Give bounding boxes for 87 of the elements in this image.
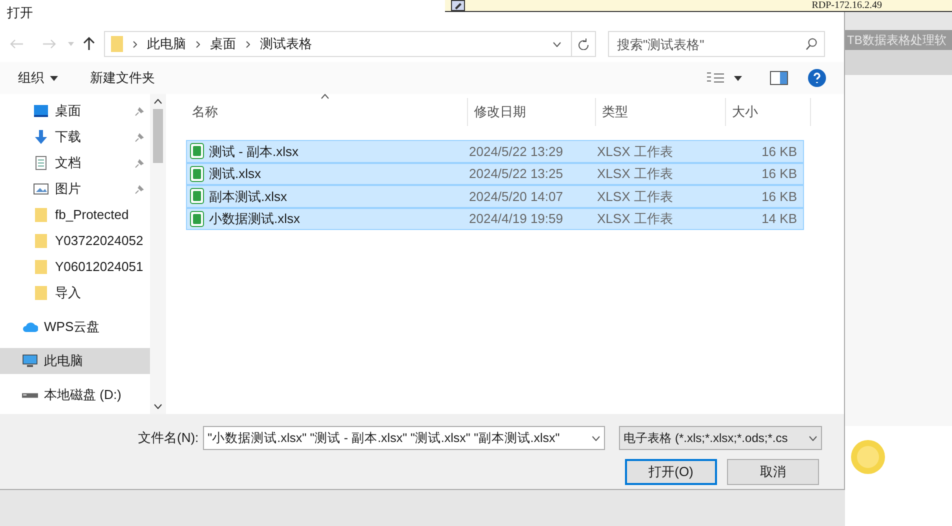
scroll-down-icon[interactable] <box>154 404 162 409</box>
sidebar-item[interactable]: WPS云盘 <box>0 314 150 340</box>
folder-icon <box>33 286 49 300</box>
dropdown-caret-icon <box>592 436 600 440</box>
table-cell-text: 16 KB <box>760 165 797 183</box>
address-bar[interactable]: 此电脑 桌面 测试表格 <box>104 31 596 57</box>
file-type-dropdown[interactable]: 电子表格 (*.xls;*.xlsx;*.ods;*.cs <box>618 426 822 450</box>
file-name-field[interactable]: "小数据测试.xlsx" "测试 - 副本.xlsx" "测试.xlsx" "副本测试.xlsx" <box>202 426 605 450</box>
table-cell-text: XLSX 工作表 <box>597 142 674 160</box>
table-cell-text: 2024/4/19 19:59 <box>469 210 564 228</box>
search-icon <box>806 38 817 50</box>
picture-icon <box>33 182 49 196</box>
folder-icon <box>33 208 49 222</box>
table-cell-text: 2024/5/20 14:07 <box>469 188 564 206</box>
file-name-label: 文件名(N): <box>138 429 199 448</box>
folder-icon <box>33 260 49 274</box>
folder-icon <box>33 234 49 248</box>
sidebar-item[interactable]: 本地磁盘 (D:) <box>0 382 150 408</box>
up-arrow-icon[interactable] <box>82 37 96 51</box>
file-name: 测试.xlsx <box>209 165 261 183</box>
scrollbar[interactable] <box>150 94 166 414</box>
caret-icon[interactable] <box>734 76 742 80</box>
organize-menu[interactable]: 组织 <box>18 68 58 88</box>
drive-icon <box>22 392 38 398</box>
pen-icon[interactable] <box>451 0 465 11</box>
sidebar-item[interactable]: 桌面 <box>0 98 150 124</box>
scroll-up-icon[interactable] <box>154 99 162 104</box>
search-field[interactable]: 搜索"测试表格" <box>608 31 825 57</box>
column-header[interactable]: 修改日期 <box>468 98 596 126</box>
sidebar-item[interactable]: Y06012024051 <box>0 254 150 280</box>
dropdown-caret-icon <box>808 436 817 440</box>
cloud-icon <box>22 320 38 334</box>
table-cell-text: XLSX 工作表 <box>597 165 674 183</box>
cancel-button[interactable]: 取消 <box>727 459 819 485</box>
sidebar-item[interactable]: 图片 <box>0 176 150 202</box>
file-row[interactable]: 副本测试.xlsx 2024/5/20 14:07 XLSX 工作表 16 KB <box>186 185 804 208</box>
file-name: 测试 - 副本.xlsx <box>209 142 299 160</box>
column-header[interactable]: 类型 <box>596 98 726 126</box>
sidebar-item[interactable]: 下载 <box>0 124 150 150</box>
spreadsheet-icon <box>190 143 204 160</box>
chevron-icon <box>246 40 250 48</box>
file-name: 副本测试.xlsx <box>209 188 287 206</box>
down-arrow-icon <box>33 130 49 144</box>
table-cell-text: XLSX 工作表 <box>597 210 674 228</box>
spreadsheet-icon <box>190 210 204 227</box>
caret-icon <box>50 76 58 80</box>
sidebar-item[interactable]: Y03722024052 <box>0 228 150 254</box>
remote-host-label: RDP-172.16.2.49 <box>812 0 882 13</box>
dropdown-caret-icon[interactable] <box>553 42 561 46</box>
table-cell-text: XLSX 工作表 <box>597 188 674 206</box>
new-folder-button[interactable]: 新建文件夹 <box>90 68 155 88</box>
table-cell-text: 16 KB <box>760 188 797 206</box>
table-cell-text: 14 KB <box>760 210 797 228</box>
sidebar-item[interactable]: 文档 <box>0 150 150 176</box>
file-row[interactable]: 测试.xlsx 2024/5/22 13:25 XLSX 工作表 16 KB <box>186 162 804 185</box>
table-cell-text: 16 KB <box>760 142 797 160</box>
chevron-icon <box>196 40 200 48</box>
view-list-icon[interactable] <box>706 71 726 85</box>
computer-icon <box>22 354 38 368</box>
column-header[interactable]: 名称 <box>186 98 468 126</box>
file-row[interactable]: 小数据测试.xlsx 2024/4/19 19:59 XLSX 工作表 14 KB <box>186 208 804 230</box>
coin-drawing <box>851 438 885 476</box>
file-row[interactable]: 测试 - 副本.xlsx 2024/5/22 13:29 XLSX 工作表 16 KB <box>186 140 804 162</box>
spreadsheet-icon <box>190 166 204 182</box>
preview-pane-icon[interactable] <box>770 71 788 85</box>
breadcrumb-item[interactable]: 测试表格 <box>260 34 312 54</box>
open-button[interactable]: 打开(O) <box>625 459 717 485</box>
sidebar-item[interactable]: fb_Protected <box>0 202 150 228</box>
document-icon <box>33 156 49 170</box>
sidebar-item[interactable]: 导入 <box>0 280 150 306</box>
refresh-icon[interactable] <box>578 38 589 50</box>
spreadsheet-icon <box>190 188 204 204</box>
chevron-icon <box>133 40 137 48</box>
background-app-titlebar: TB数据表格处理软 <box>845 30 952 50</box>
file-name: 小数据测试.xlsx <box>209 210 300 228</box>
sort-caret-icon <box>321 94 329 99</box>
breadcrumb-item[interactable]: 桌面 <box>210 34 236 54</box>
monitor-icon <box>33 104 49 118</box>
column-header[interactable]: 大小 <box>726 98 811 126</box>
sidebar-item[interactable]: 此电脑 <box>0 348 150 374</box>
table-cell-text: 2024/5/22 13:29 <box>469 142 564 160</box>
table-cell-text: 2024/5/22 13:25 <box>469 165 564 183</box>
window-title: 打开 <box>7 4 33 22</box>
scrollbar-thumb[interactable] <box>153 109 163 163</box>
breadcrumb-item[interactable]: 此电脑 <box>147 34 186 54</box>
folder-icon <box>111 36 123 52</box>
help-icon[interactable] <box>808 69 826 87</box>
